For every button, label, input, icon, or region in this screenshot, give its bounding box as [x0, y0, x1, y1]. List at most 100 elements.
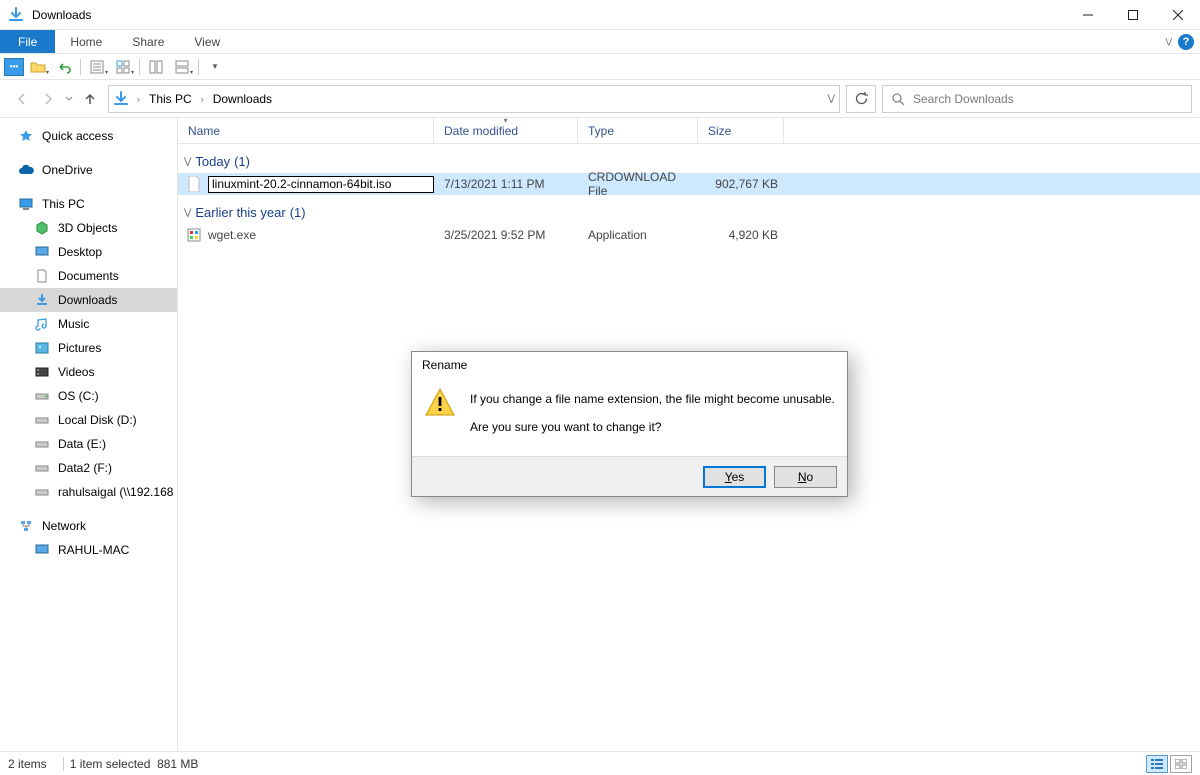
properties-button[interactable]: ▾: [85, 56, 109, 78]
sidebar-onedrive[interactable]: OneDrive: [0, 158, 177, 182]
file-type: Application: [578, 228, 698, 242]
chevron-right-icon[interactable]: ›: [135, 94, 142, 104]
pictures-icon: [34, 340, 50, 356]
file-icon: [186, 176, 202, 192]
drive-icon: [34, 412, 50, 428]
nav-row: › This PC › Downloads ⋁ Search Downloads: [0, 80, 1200, 118]
recent-dropdown-icon[interactable]: [62, 87, 76, 111]
window-controls: [1065, 0, 1200, 30]
sidebar-videos[interactable]: Videos: [0, 360, 177, 384]
drive-icon: [34, 484, 50, 500]
network-icon: [18, 518, 34, 534]
new-folder-icon[interactable]: ▾: [26, 56, 50, 78]
tab-view[interactable]: View: [179, 30, 235, 53]
sidebar-documents[interactable]: Documents: [0, 264, 177, 288]
properties-icon[interactable]: •••: [4, 58, 24, 76]
forward-button[interactable]: [36, 87, 60, 111]
sidebar-drive-e[interactable]: Data (E:): [0, 432, 177, 456]
sidebar-drive-d[interactable]: Local Disk (D:): [0, 408, 177, 432]
close-button[interactable]: [1155, 0, 1200, 30]
status-selection: 1 item selected: [70, 757, 151, 771]
undo-icon[interactable]: [52, 56, 76, 78]
titlebar: Downloads: [0, 0, 1200, 30]
star-icon: [18, 128, 34, 144]
ribbon-tabs: File Home Share View ⋁ ?: [0, 30, 1200, 54]
rename-input[interactable]: [208, 176, 434, 193]
help-button[interactable]: ?: [1178, 34, 1194, 50]
no-button[interactable]: No: [774, 466, 837, 488]
downloads-icon: [113, 91, 129, 107]
drive-icon: [34, 436, 50, 452]
file-row[interactable]: 7/13/2021 1:11 PM CRDOWNLOAD File 902,76…: [178, 173, 1200, 195]
drive-icon: [34, 388, 50, 404]
sort-desc-icon: ▾: [503, 118, 507, 125]
sidebar-network-pc[interactable]: RAHUL-MAC: [0, 538, 177, 562]
sidebar-pictures[interactable]: Pictures: [0, 336, 177, 360]
file-row[interactable]: wget.exe 3/25/2021 9:52 PM Application 4…: [178, 224, 1200, 246]
downloads-icon: [8, 7, 24, 23]
file-type: CRDOWNLOAD File: [578, 170, 698, 198]
sidebar-desktop[interactable]: Desktop: [0, 240, 177, 264]
refresh-button[interactable]: [846, 85, 876, 113]
chevron-right-icon[interactable]: ›: [199, 94, 206, 104]
dialog-text: If you change a file name extension, the…: [470, 386, 835, 446]
sidebar-network-drive[interactable]: rahulsaigal (\\192.168: [0, 480, 177, 504]
file-date: 7/13/2021 1:11 PM: [434, 177, 578, 191]
crumb-this-pc[interactable]: This PC: [146, 92, 195, 106]
column-size[interactable]: Size: [698, 118, 784, 143]
details-view-button[interactable]: [1146, 755, 1168, 773]
file-tab[interactable]: File: [0, 30, 55, 53]
maximize-button[interactable]: [1110, 0, 1155, 30]
document-icon: [34, 268, 50, 284]
sidebar-drive-c[interactable]: OS (C:): [0, 384, 177, 408]
up-button[interactable]: [78, 87, 102, 111]
sidebar-downloads[interactable]: Downloads: [0, 288, 177, 312]
pc-icon: [34, 542, 50, 558]
sidebar-this-pc[interactable]: This PC: [0, 192, 177, 216]
crumb-downloads[interactable]: Downloads: [210, 92, 275, 106]
group-earlier[interactable]: ⋁ Earlier this year (1): [178, 201, 1200, 224]
status-sel-size: 881 MB: [157, 757, 198, 771]
desktop-icon: [34, 244, 50, 260]
tab-home[interactable]: Home: [55, 30, 117, 53]
warning-icon: [424, 386, 456, 418]
address-dropdown-icon[interactable]: ⋁: [828, 93, 835, 104]
search-input[interactable]: Search Downloads: [882, 85, 1192, 113]
rename-dialog: Rename If you change a file name extensi…: [411, 351, 848, 497]
qat-customize-icon[interactable]: ▾: [203, 56, 227, 78]
column-type[interactable]: Type: [578, 118, 698, 143]
tab-share[interactable]: Share: [117, 30, 179, 53]
layout2-icon[interactable]: ▾: [170, 56, 194, 78]
status-bar: 2 items 1 item selected 881 MB: [0, 751, 1200, 775]
sidebar-drive-f[interactable]: Data2 (F:): [0, 456, 177, 480]
back-button[interactable]: [10, 87, 34, 111]
status-item-count: 2 items: [8, 757, 47, 771]
videos-icon: [34, 364, 50, 380]
file-size: 902,767 KB: [698, 177, 784, 191]
dialog-title: Rename: [412, 352, 847, 378]
chevron-down-icon: ⋁: [184, 207, 191, 218]
ribbon-expand-icon[interactable]: ⋁: [1165, 37, 1172, 46]
search-icon: [891, 92, 905, 106]
minimize-button[interactable]: [1065, 0, 1110, 30]
sidebar-quick-access[interactable]: Quick access: [0, 124, 177, 148]
sidebar-3d-objects[interactable]: 3D Objects: [0, 216, 177, 240]
file-name: wget.exe: [208, 228, 256, 242]
sidebar-music[interactable]: Music: [0, 312, 177, 336]
sidebar-network[interactable]: Network: [0, 514, 177, 538]
window-title: Downloads: [32, 8, 1065, 22]
layout-icon[interactable]: [144, 56, 168, 78]
quick-access-toolbar: ••• ▾ ▾ ▾ ▾ ▾: [0, 54, 1200, 80]
yes-button[interactable]: Yes: [703, 466, 766, 488]
select-button[interactable]: ▾: [111, 56, 135, 78]
column-headers: Name ▾Date modified Type Size: [178, 118, 1200, 144]
column-date[interactable]: ▾Date modified: [434, 118, 578, 143]
thumbnails-view-button[interactable]: [1170, 755, 1192, 773]
column-name[interactable]: Name: [178, 118, 434, 143]
exe-icon: [186, 227, 202, 243]
pc-icon: [18, 196, 34, 212]
address-bar[interactable]: › This PC › Downloads ⋁: [108, 85, 840, 113]
chevron-down-icon: ⋁: [184, 156, 191, 167]
file-size: 4,920 KB: [698, 228, 784, 242]
search-placeholder: Search Downloads: [913, 92, 1014, 106]
